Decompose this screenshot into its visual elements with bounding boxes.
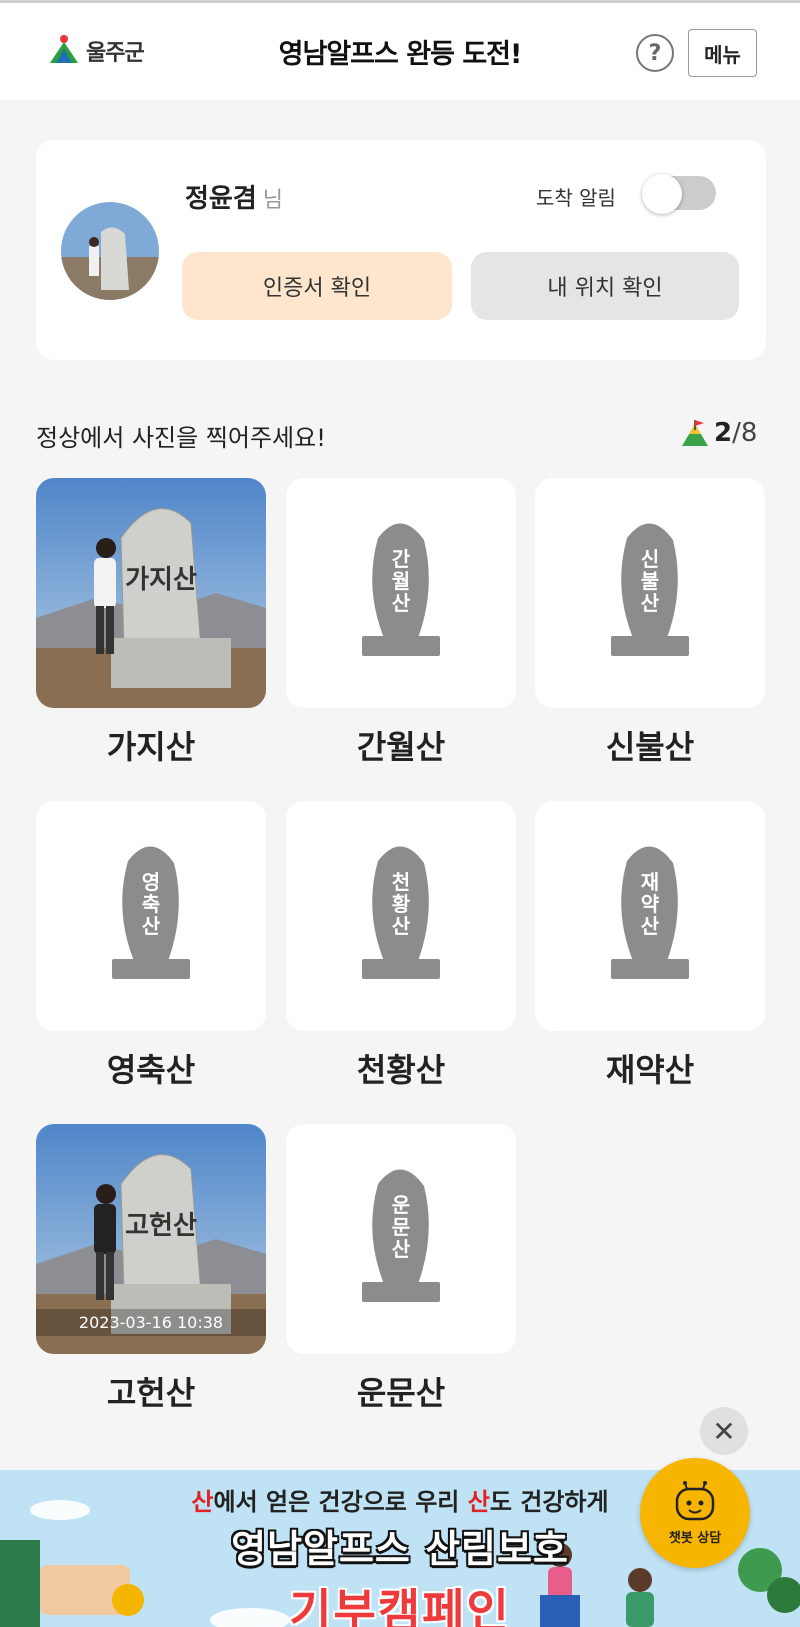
chatbot-button[interactable]: 챗봇 상담 <box>640 1458 750 1568</box>
stone-inscription-char: 운 <box>392 1193 410 1217</box>
mountain-name: 재약산 <box>605 1051 695 1089</box>
mountain-name: 가지산 <box>106 728 196 766</box>
user-suffix: 님 <box>262 188 284 213</box>
arrival-alarm-label: 도착 알림 <box>536 186 616 210</box>
toggle-knob <box>642 174 682 214</box>
app-header: 울주군 영남알프스 완등 도전! ? 메뉴 <box>0 3 800 100</box>
mountain-tile[interactable]: 간월산 <box>286 478 516 708</box>
question-icon: ? <box>648 40 662 66</box>
mountain-tile[interactable]: 운문산 <box>286 1124 516 1354</box>
count-separator: / <box>732 418 741 448</box>
close-icon: ✕ <box>712 1414 736 1448</box>
ulju-logo[interactable]: 울주군 <box>46 33 145 69</box>
profile-card: 정윤겸 님 도착 알림 인증서 확인 내 위치 확인 <box>36 140 766 360</box>
stone-inscription-char: 월 <box>392 569 410 593</box>
avatar <box>61 202 159 300</box>
mountain-logo-icon <box>50 35 78 63</box>
menu-button[interactable]: 메뉴 <box>688 29 757 77</box>
mountain-name: 신불산 <box>605 728 695 766</box>
user-name: 정윤겸 님 <box>185 178 283 215</box>
mountain-name: 고헌산 <box>106 1374 196 1412</box>
photo-timestamp: 2023-03-16 10:38 <box>36 1309 266 1336</box>
total-count: 8 <box>740 418 758 448</box>
stone-inscription-char: 문 <box>392 1215 410 1239</box>
close-banner-button[interactable]: ✕ <box>700 1407 748 1455</box>
arrival-alarm-toggle[interactable] <box>642 174 716 214</box>
mountain-tile[interactable]: 영축산 <box>36 801 266 1031</box>
chatbot-face-icon <box>675 1480 715 1520</box>
banner-text-2: 도 건강하게 <box>489 1488 609 1516</box>
certificate-button[interactable]: 인증서 확인 <box>182 252 452 320</box>
stone-inscription-char: 영 <box>142 870 160 894</box>
stone-inscription-char: 천 <box>392 870 410 894</box>
summit-stone-placeholder-icon: 영축산 <box>112 846 190 979</box>
user-name-text: 정윤겸 <box>185 184 257 214</box>
banner-campaign: 기부캠페인 <box>289 1584 511 1627</box>
summit-flag-icon <box>682 420 708 446</box>
help-button[interactable]: ? <box>636 34 674 72</box>
summit-stone-placeholder-icon: 재약산 <box>611 846 689 979</box>
stone-inscription: 가지산 <box>125 565 197 595</box>
page-title: 영남알프스 완등 도전! <box>278 39 523 70</box>
stone-inscription-char: 간 <box>392 547 411 571</box>
summit-stone-placeholder-icon: 운문산 <box>362 1169 440 1302</box>
stone-inscription-char: 산 <box>392 591 411 615</box>
section-title: 정상에서 사진을 찍어주세요! <box>36 424 326 452</box>
logo-text: 울주군 <box>86 41 145 66</box>
summit-stone-placeholder-icon: 신불산 <box>611 523 689 656</box>
summit-stone-placeholder-icon: 천황산 <box>362 846 440 979</box>
progress-counter: 2/8 <box>680 418 757 448</box>
stone-inscription-char: 산 <box>641 591 660 615</box>
stone-inscription-char: 불 <box>641 569 659 593</box>
stone-inscription-char: 신 <box>641 547 659 571</box>
chatbot-label: 챗봇 상담 <box>668 1530 722 1546</box>
summit-stone-placeholder-icon: 간월산 <box>362 523 440 656</box>
mountain-name: 간월산 <box>356 728 446 766</box>
done-count: 2 <box>714 418 733 448</box>
stone-inscription-char: 재 <box>641 870 659 894</box>
banner-word-mountain-2: 산 <box>467 1488 490 1516</box>
mountain-tile[interactable]: 가지산 <box>36 478 266 708</box>
stone-inscription-char: 약 <box>641 892 660 916</box>
banner-word-mountain: 산 <box>191 1488 214 1516</box>
stone-inscription-char: 축 <box>142 892 160 916</box>
mountain-name: 영축산 <box>106 1051 196 1089</box>
mountain-tile[interactable]: 신불산 <box>535 478 765 708</box>
stone-inscription-char: 산 <box>392 1237 411 1261</box>
mountain-name: 천황산 <box>356 1051 446 1089</box>
stone-inscription-char: 산 <box>392 914 411 938</box>
banner-text-1: 에서 얻은 건강으로 우리 <box>213 1488 468 1516</box>
mountain-tile[interactable]: 재약산 <box>535 801 765 1031</box>
stone-inscription-char: 산 <box>142 914 161 938</box>
stone-inscription-char: 황 <box>392 892 411 916</box>
stone-inscription-char: 산 <box>641 914 660 938</box>
mountain-tile[interactable]: 천황산 <box>286 801 516 1031</box>
my-location-button[interactable]: 내 위치 확인 <box>471 252 739 320</box>
summit-photo: 가지산 <box>36 478 266 708</box>
mountain-tile[interactable]: 고헌산 2023-03-16 10:38 <box>36 1124 266 1354</box>
stone-inscription: 고헌산 <box>125 1211 197 1241</box>
mountain-name: 운문산 <box>356 1374 446 1412</box>
